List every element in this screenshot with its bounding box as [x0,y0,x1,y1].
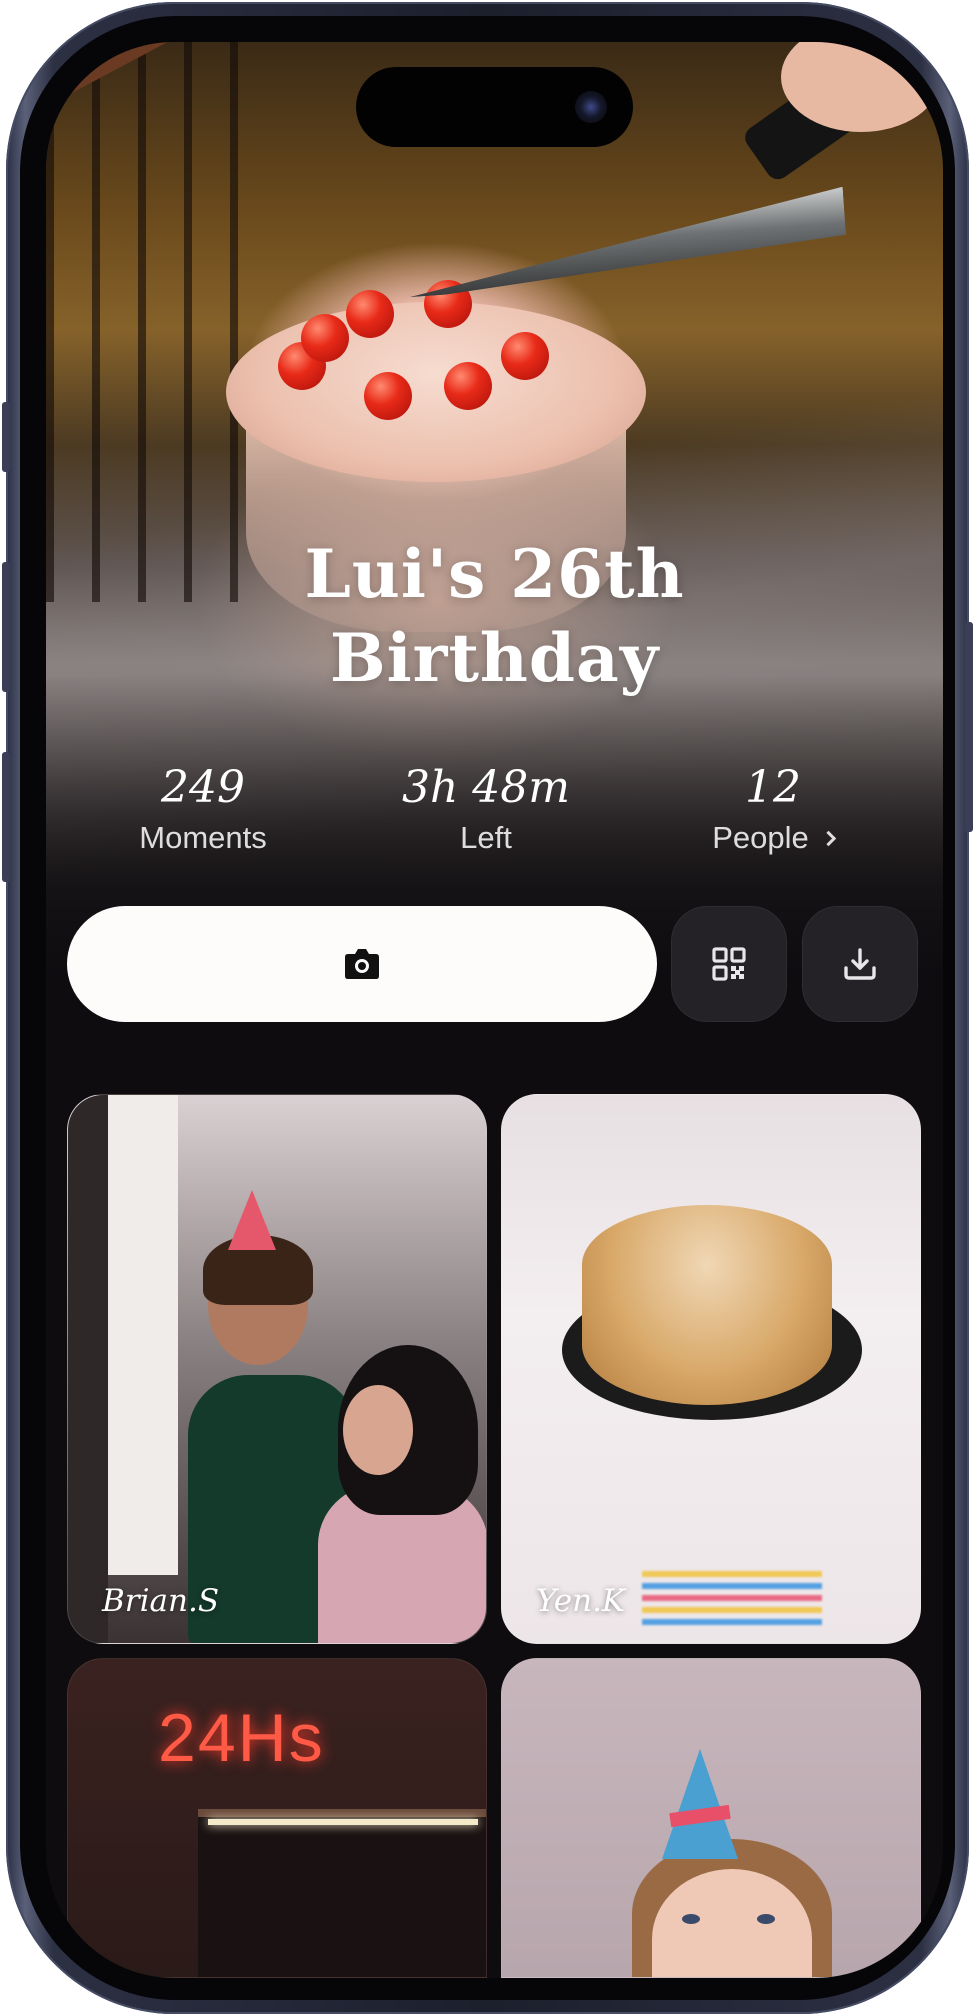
time-left-label: Left [356,818,616,858]
photo-tile[interactable]: Yen.K [501,1094,921,1644]
knife-blade [404,187,849,297]
photo-tile[interactable]: 24Hs [67,1658,487,1978]
person-face [343,1385,413,1475]
display-light [208,1819,478,1825]
event-title-line-1: Lui's 26th [304,535,685,613]
stat-moments: 249 Moments [73,758,333,858]
party-hat [662,1749,738,1859]
chevron-right-icon [820,830,837,846]
photo-wall [68,1095,108,1643]
front-camera [575,91,607,123]
qr-code-icon [712,947,746,981]
people-label-text: People [712,820,809,855]
time-left-label-text: Left [460,820,512,855]
download-button[interactable] [802,906,918,1022]
person-eye [757,1914,775,1924]
photo-author: Brian.S [102,1583,220,1619]
camera-icon [345,949,379,979]
photo-tile[interactable] [501,1658,921,1978]
party-hat [228,1190,276,1250]
person-eye [682,1914,700,1924]
cherry [501,332,549,380]
event-title-line-2: Birthday [329,619,660,697]
people-label: People [643,818,903,858]
cherry [364,372,412,420]
volume-up-button [2,562,10,692]
photo-author: Yen.K [536,1583,626,1619]
phone-frame: Lui's 26th Birthday 249 Moments 3h 48m L… [2,2,973,2014]
moments-count: 249 [161,762,245,813]
hero-photo [46,42,943,1002]
qr-code-button[interactable] [671,906,787,1022]
time-left-value: 3h 48m [401,762,571,813]
event-title: Lui's 26th Birthday [46,532,943,700]
cake [582,1205,832,1405]
photo-door [108,1095,178,1575]
moments-label: Moments [73,818,333,858]
download-icon [844,948,876,980]
cherry [301,314,349,362]
stair-railing [46,42,276,602]
cake-frosting [226,302,646,482]
display-case [198,1809,486,1977]
cherry [444,362,492,410]
cherry [346,290,394,338]
dynamic-island [356,67,633,147]
moments-label-text: Moments [139,820,267,855]
action-button [2,402,10,472]
stat-time-left: 3h 48m Left [356,758,616,858]
neon-sign: 24Hs [158,1700,325,1776]
people-count: 12 [745,762,801,813]
candles [642,1565,822,1625]
app-screen: Lui's 26th Birthday 249 Moments 3h 48m L… [46,42,943,1978]
take-photo-button[interactable] [67,906,657,1022]
power-button [965,622,973,832]
volume-down-button [2,752,10,882]
photo-tile[interactable]: Brian.S [67,1094,487,1644]
stat-people[interactable]: 12 People [643,758,903,858]
